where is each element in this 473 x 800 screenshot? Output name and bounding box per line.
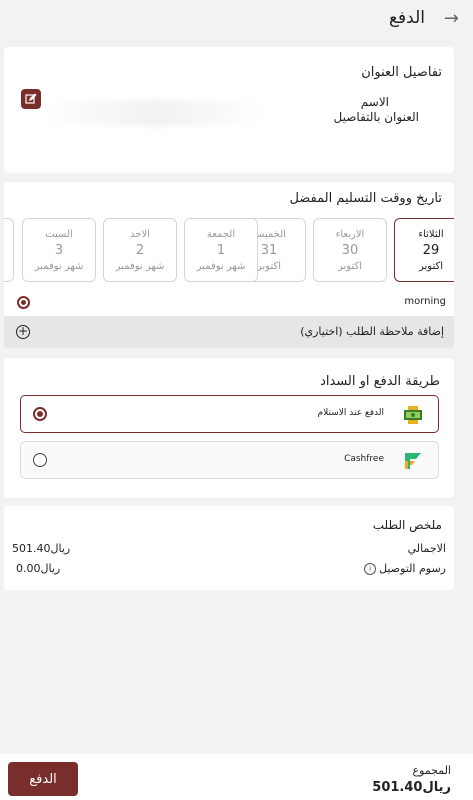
day-option[interactable]: الجمعة 1 شهر نوفمبر <box>184 218 258 282</box>
payment-card: طريقة الدفع او السداد الدفع عند الاستلام… <box>4 358 454 498</box>
day-name: الجمعة <box>206 229 236 240</box>
payment-option-label: الدفع عند الاستلام <box>317 408 384 418</box>
day-name: الاربعاء <box>335 229 365 240</box>
sum-label: المجموع <box>412 764 451 777</box>
cash-icon <box>404 406 422 424</box>
time-slot-radio[interactable] <box>17 296 30 309</box>
address-title: تفاصيل العنوان <box>361 65 442 80</box>
arrow-right-icon[interactable]: → <box>444 8 459 29</box>
payment-title: طريقة الدفع او السداد <box>320 374 440 389</box>
address-detail: العنوان بالتفاصيل <box>333 110 419 124</box>
day-number: 1 <box>216 243 226 258</box>
day-number: 3 <box>54 243 64 258</box>
radio-button[interactable] <box>33 453 47 467</box>
day-name: الاحد <box>130 229 150 240</box>
delivery-card: تاريخ ووقت التسليم المفضل الثلاثاء 29 اك… <box>4 182 454 348</box>
bottom-bar: الدفع المجموع 501.40ريال <box>0 754 473 800</box>
day-option[interactable] <box>4 218 14 282</box>
sum-value: 501.40ريال <box>372 780 451 795</box>
pay-button[interactable]: الدفع <box>8 762 78 796</box>
payment-option-cashfree[interactable]: Cashfree <box>20 441 439 479</box>
day-number: 2 <box>135 243 145 258</box>
day-month: شهر نوفمبر <box>115 261 165 272</box>
delivery-title: تاريخ ووقت التسليم المفضل <box>289 191 442 206</box>
cashfree-logo-icon <box>405 453 421 469</box>
page-title: الدفع <box>388 8 425 28</box>
total-value: 501.40ريال <box>12 542 71 555</box>
day-name: السبت <box>45 229 73 240</box>
time-slot-label: morning <box>404 296 446 307</box>
day-option[interactable]: الثلاثاء 29 اكتوبر <box>394 218 454 282</box>
address-blur <box>44 100 264 126</box>
radio-button[interactable] <box>33 407 47 421</box>
top-bar: → الدفع <box>0 0 473 38</box>
total-label: الاجمالي <box>407 542 446 555</box>
payment-option-cod[interactable]: الدفع عند الاستلام <box>20 395 439 433</box>
add-note-row[interactable]: + إضافة ملاحظة الطلب (اختياري) <box>4 316 454 348</box>
day-option[interactable]: الاربعاء 30 اكتوبر <box>313 218 387 282</box>
delivery-fee-label: رسوم التوصيل <box>379 562 446 575</box>
day-name: الثلاثاء <box>418 229 444 240</box>
payment-option-label: Cashfree <box>344 454 384 464</box>
day-number: 29 <box>422 243 440 258</box>
delivery-fee-value: 0.00ريال <box>16 562 61 575</box>
edit-address-button[interactable] <box>21 89 41 109</box>
edit-icon <box>25 93 37 104</box>
day-month: اكتوبر <box>418 261 444 272</box>
info-icon[interactable]: i <box>364 562 377 575</box>
day-option[interactable]: الاحد 2 شهر نوفمبر <box>103 218 177 282</box>
day-month: اكتوبر <box>337 261 363 272</box>
summary-title: ملخص الطلب <box>372 518 442 532</box>
delivery-fee-row: رسوم التوصيل i <box>364 562 446 575</box>
day-month: شهر نوفمبر <box>34 261 84 272</box>
day-number: 30 <box>341 243 359 258</box>
add-note-label: إضافة ملاحظة الطلب (اختياري) <box>300 325 444 338</box>
day-selector: الثلاثاء 29 اكتوبر الاربعاء 30 اكتوبر ال… <box>4 218 454 284</box>
address-card: تفاصيل العنوان الاسم العنوان بالتفاصيل <box>4 47 454 173</box>
plus-circle-icon: + <box>16 324 30 339</box>
address-name: الاسم <box>360 95 389 109</box>
order-summary-card: ملخص الطلب الاجمالي 501.40ريال رسوم التو… <box>4 506 454 590</box>
day-option[interactable]: السبت 3 شهر نوفمبر <box>22 218 96 282</box>
day-month: شهر نوفمبر <box>196 261 246 272</box>
